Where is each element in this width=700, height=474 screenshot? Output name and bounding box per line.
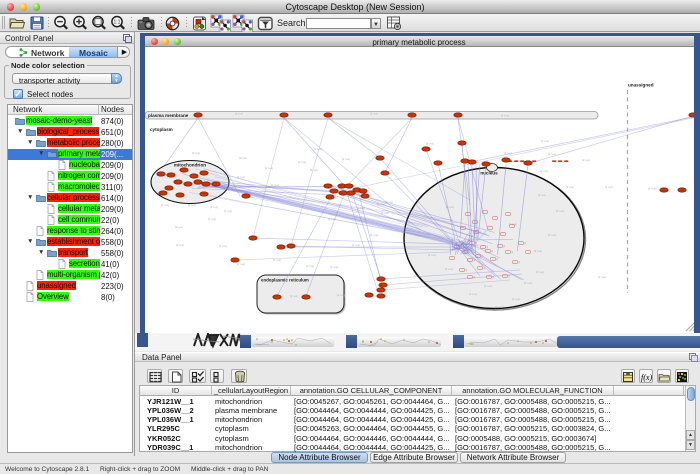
svg-text:[tr n-a]: [tr n-a]	[219, 244, 227, 248]
svg-text:[tr n-a]: [tr n-a]	[484, 284, 492, 288]
svg-text:plasma membrane: plasma membrane	[148, 113, 189, 118]
svg-text:[tr n-a]: [tr n-a]	[192, 151, 200, 155]
svg-text:[tr n-a]: [tr n-a]	[534, 249, 542, 253]
svg-text:[tr n-a]: [tr n-a]	[538, 193, 546, 197]
svg-text:[tr n-a]: [tr n-a]	[310, 168, 318, 172]
svg-text:[tr n-a]: [tr n-a]	[342, 157, 350, 161]
svg-text:[tr n-a]: [tr n-a]	[306, 264, 314, 268]
svg-text:f(x): f(x)	[641, 373, 652, 382]
svg-text:[tr n-a]: [tr n-a]	[536, 270, 544, 274]
svg-text:[tr n-a]: [tr n-a]	[176, 243, 184, 247]
svg-text:[tr n-a]: [tr n-a]	[509, 222, 517, 226]
svg-text:[tr n-a]: [tr n-a]	[175, 225, 183, 229]
svg-text:1:1: 1:1	[114, 20, 121, 26]
svg-text:[tr n-a]: [tr n-a]	[501, 114, 509, 118]
svg-text:mitochondrion: mitochondrion	[174, 163, 206, 168]
svg-text:[tr n-a]: [tr n-a]	[445, 267, 453, 271]
svg-text:[tr n-a]: [tr n-a]	[548, 233, 556, 237]
svg-text:[tr n-a]: [tr n-a]	[469, 292, 477, 296]
svg-text:[tr n-a]: [tr n-a]	[648, 187, 656, 191]
svg-text:[tr n-a]: [tr n-a]	[428, 253, 436, 257]
svg-text:[tr n-a]: [tr n-a]	[370, 112, 378, 116]
svg-text:[tr n-a]: [tr n-a]	[605, 185, 613, 189]
svg-text:[tr n-a]: [tr n-a]	[352, 243, 360, 247]
svg-text:[tr n-a]: [tr n-a]	[210, 205, 218, 209]
svg-text:[tr n-a]: [tr n-a]	[524, 281, 532, 285]
svg-text:[tr n-a]: [tr n-a]	[298, 160, 306, 164]
svg-text:[tr n-a]: [tr n-a]	[540, 169, 548, 173]
svg-text:[tr n-a]: [tr n-a]	[188, 203, 196, 207]
svg-text:[tr n-a]: [tr n-a]	[512, 297, 520, 301]
svg-text:[tr n-a]: [tr n-a]	[370, 233, 378, 237]
svg-text:cytoplasm: cytoplasm	[150, 127, 173, 132]
svg-text:unassigned: unassigned	[628, 83, 654, 88]
svg-text:[tr n-a]: [tr n-a]	[224, 209, 232, 213]
svg-text:[tr n-a]: [tr n-a]	[208, 217, 216, 221]
svg-text:[tr n-a]: [tr n-a]	[598, 275, 606, 279]
svg-text:[tr n-a]: [tr n-a]	[566, 185, 574, 189]
svg-text:[tr n-a]: [tr n-a]	[235, 112, 243, 116]
svg-text:[tr n-a]: [tr n-a]	[548, 152, 556, 156]
svg-text:[tr n-a]: [tr n-a]	[239, 156, 247, 160]
svg-text:[tr n-a]: [tr n-a]	[314, 147, 322, 151]
svg-text:[tr n-a]: [tr n-a]	[556, 209, 564, 213]
svg-text:[tr n-a]: [tr n-a]	[161, 203, 169, 207]
svg-text:[tr n-a]: [tr n-a]	[541, 139, 549, 143]
svg-text:[tr n-a]: [tr n-a]	[495, 305, 503, 309]
svg-text:[tr n-a]: [tr n-a]	[237, 262, 245, 266]
svg-text:[tr n-a]: [tr n-a]	[426, 142, 434, 146]
svg-text:[tr n-a]: [tr n-a]	[290, 294, 298, 298]
svg-text:[tr n-a]: [tr n-a]	[330, 265, 338, 269]
svg-text:[tr n-a]: [tr n-a]	[337, 293, 345, 297]
svg-text:[tr n-a]: [tr n-a]	[582, 158, 590, 162]
svg-text:nucleus: nucleus	[480, 171, 498, 176]
